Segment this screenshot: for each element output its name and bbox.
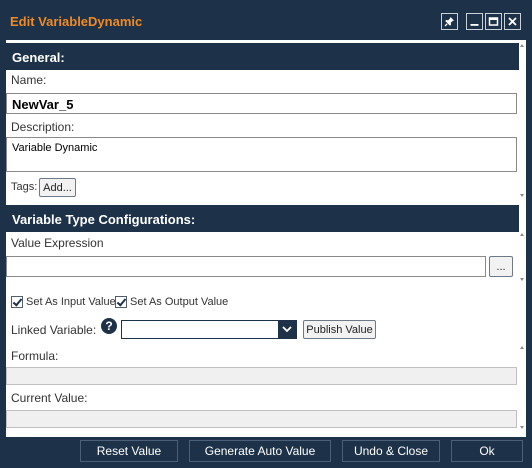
name-input[interactable] <box>6 93 517 114</box>
help-icon[interactable]: ? <box>101 318 117 334</box>
scroll-up-icon[interactable] <box>519 232 526 238</box>
value-expression-input[interactable] <box>6 256 486 277</box>
set-as-output-label: Set As Output Value <box>130 296 229 308</box>
reset-value-button[interactable]: Reset Value <box>80 440 178 462</box>
description-field[interactable]: Variable Dynamic <box>6 137 517 172</box>
set-as-output-checkbox[interactable] <box>115 296 127 308</box>
dialog-content: General: Name: Description: Variable Dyn… <box>6 40 526 437</box>
publish-value-button[interactable]: Publish Value <box>303 320 376 339</box>
formula-input[interactable] <box>6 367 517 385</box>
scroll-down-icon[interactable] <box>519 425 526 431</box>
variable-type-header: Variable Type Configurations: <box>6 205 519 232</box>
scroll-up-icon[interactable] <box>519 43 526 49</box>
linked-variable-label: Linked Variable: <box>11 323 97 337</box>
linked-variable-select[interactable] <box>121 320 297 339</box>
undo-close-button[interactable]: Undo & Close <box>342 440 440 462</box>
add-tag-button[interactable]: Add... <box>39 178 76 197</box>
minimize-icon[interactable] <box>466 13 483 30</box>
edit-variable-dialog: Edit VariableDynamic General: Name: Desc… <box>0 0 532 468</box>
ok-button[interactable]: Ok <box>451 440 523 462</box>
title-bar[interactable]: Edit VariableDynamic <box>0 0 532 40</box>
general-header: General: <box>6 43 519 70</box>
generate-auto-value-button[interactable]: Generate Auto Value <box>189 440 331 462</box>
chevron-down-icon[interactable] <box>278 321 296 338</box>
browse-button[interactable]: ... <box>489 256 513 277</box>
scroll-up-icon[interactable] <box>519 345 526 351</box>
set-as-input-label: Set As Input Value <box>26 296 116 308</box>
pin-icon[interactable] <box>441 13 458 30</box>
formula-label: Formula: <box>11 349 59 363</box>
scroll-down-icon[interactable] <box>519 277 526 283</box>
close-icon[interactable] <box>504 13 521 30</box>
set-as-input-checkbox[interactable] <box>11 296 23 308</box>
formula-scrollbar[interactable] <box>519 345 526 433</box>
general-scrollbar[interactable] <box>519 43 526 202</box>
name-label: Name: <box>11 73 47 87</box>
value-expression-label: Value Expression <box>11 236 104 250</box>
value-expression-scrollbar[interactable] <box>519 232 526 286</box>
window-title: Edit VariableDynamic <box>10 14 143 29</box>
current-value-label: Current Value: <box>11 391 88 405</box>
description-label: Description: <box>11 120 75 134</box>
tags-label: Tags: <box>11 181 38 193</box>
maximize-icon[interactable] <box>485 13 502 30</box>
scroll-down-icon[interactable] <box>519 193 526 199</box>
current-value-input[interactable] <box>6 410 517 428</box>
